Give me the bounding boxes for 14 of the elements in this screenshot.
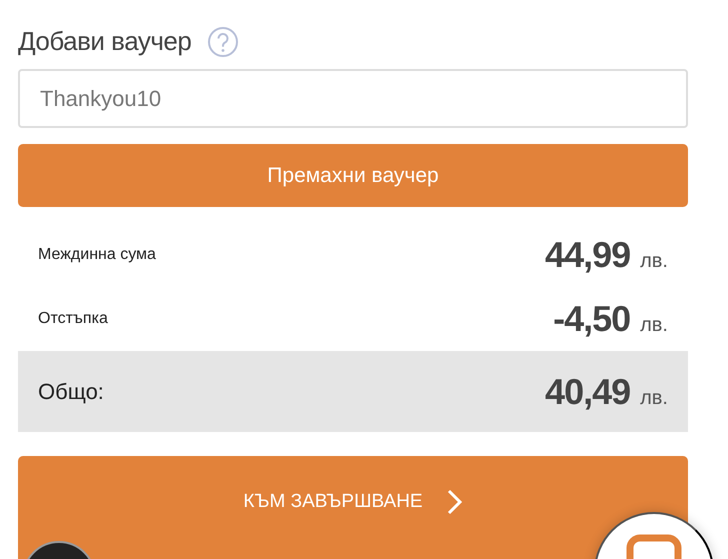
currency-label: лв. (640, 313, 668, 338)
currency-label: лв. (640, 386, 668, 410)
section-title: Добави ваучер (18, 25, 192, 58)
chevron-icon (446, 488, 463, 516)
currency-label: лв. (640, 249, 668, 274)
summary-label: Междинна сума (38, 245, 156, 265)
total-label: Общо: (38, 378, 104, 406)
price-amount: 40,49 (545, 370, 630, 414)
price-amount: -4,50 (553, 297, 630, 341)
price-amount: 44,99 (545, 233, 630, 277)
summary-label: Отстъпка (38, 309, 108, 329)
checkout-button[interactable]: КЪМ ЗАВЪРШВАНЕ (18, 456, 688, 559)
remove-voucher-button[interactable]: Премахни ваучер (18, 144, 688, 207)
voucher-input[interactable]: Thankyou10 (18, 69, 688, 128)
